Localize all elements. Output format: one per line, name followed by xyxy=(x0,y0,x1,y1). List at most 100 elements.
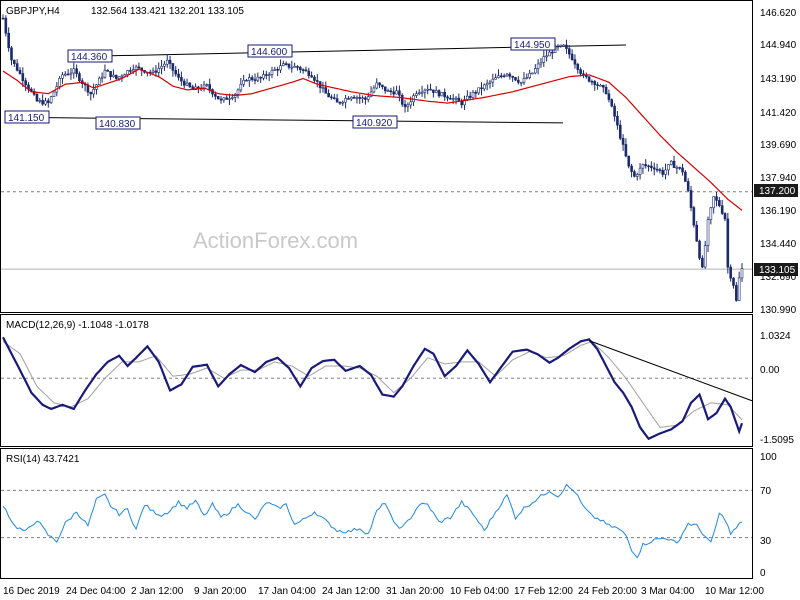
candle-body xyxy=(344,98,347,103)
candle-body xyxy=(641,164,645,169)
candle-body xyxy=(7,32,10,49)
candle-body xyxy=(542,56,546,63)
candle-body xyxy=(386,90,390,92)
grid-layer xyxy=(1,191,752,539)
candle-body xyxy=(715,196,718,201)
candle-body xyxy=(616,115,619,126)
candle-body xyxy=(395,90,398,95)
candle-body xyxy=(72,68,76,74)
candle-body xyxy=(282,63,285,66)
candle-body xyxy=(536,63,540,69)
candle-body xyxy=(511,76,514,78)
candle-body xyxy=(635,174,639,177)
candle-body xyxy=(599,84,602,87)
candle-body xyxy=(633,171,636,177)
candle-body xyxy=(63,73,67,76)
candle-body xyxy=(508,73,512,77)
candle-body xyxy=(151,70,155,73)
candle-body xyxy=(672,160,676,168)
candle-body xyxy=(279,65,282,71)
candle-body xyxy=(695,224,698,242)
watermark: ActionForex.com xyxy=(193,228,358,253)
x-tick-label: 24 Feb 20:00 xyxy=(578,586,637,597)
candle-body xyxy=(69,72,73,75)
candle-body xyxy=(177,73,180,78)
x-tick-label: 9 Jan 20:00 xyxy=(194,586,247,597)
candle-body xyxy=(497,75,500,78)
candle-body xyxy=(434,90,438,93)
candle-body xyxy=(267,74,271,76)
candle-body xyxy=(97,77,101,86)
candle-body xyxy=(573,59,577,65)
candle-body xyxy=(117,76,121,79)
symbol-header: GBPJPY,H4 xyxy=(6,6,60,17)
candle-body xyxy=(519,81,523,84)
rsi-tick-label: 70 xyxy=(760,486,772,497)
x-tick-label: 17 Jan 04:00 xyxy=(258,586,316,597)
rsi-layer xyxy=(2,483,743,559)
candle-body xyxy=(539,61,543,65)
macd-signal-line xyxy=(2,340,743,428)
candle-body xyxy=(307,70,311,76)
candle-body xyxy=(242,79,245,85)
level-tag: 137.200 xyxy=(759,186,796,197)
x-tick-label: 3 Mar 04:00 xyxy=(641,586,695,597)
price-panel xyxy=(0,0,753,313)
candle-body xyxy=(723,213,727,220)
candle-body xyxy=(556,45,560,48)
candle-body xyxy=(624,144,628,157)
candle-body xyxy=(18,70,22,74)
candle-body xyxy=(134,66,138,70)
candle-body xyxy=(488,81,492,84)
candle-body xyxy=(100,76,104,79)
candle-body xyxy=(528,73,531,78)
candle-body xyxy=(78,73,81,82)
candle-body xyxy=(409,101,413,106)
candle-body xyxy=(638,167,642,175)
candle-body xyxy=(165,59,169,65)
x-tick-label: 24 Dec 04:00 xyxy=(66,586,126,597)
candle-body xyxy=(106,69,110,72)
candle-body xyxy=(406,104,410,108)
candle-body xyxy=(698,240,701,259)
candle-body xyxy=(735,285,738,301)
candle-body xyxy=(675,167,679,169)
price-tick-label: 137.940 xyxy=(760,173,797,184)
candle-body xyxy=(437,90,441,97)
candle-body xyxy=(205,84,209,86)
candle-body xyxy=(120,75,124,78)
candle-body xyxy=(502,75,506,78)
candle-body xyxy=(245,79,248,82)
moving-average-line xyxy=(2,68,743,211)
candle-body xyxy=(522,78,526,83)
candle-body xyxy=(225,97,228,100)
candle-body xyxy=(171,63,175,71)
candle-body xyxy=(650,165,653,169)
candle-body xyxy=(426,88,430,91)
candle-body xyxy=(415,93,418,96)
candle-body xyxy=(692,207,696,226)
price-tick-label: 146.620 xyxy=(760,8,797,19)
candle-body xyxy=(293,66,296,68)
candle-body xyxy=(593,81,597,85)
candle-body xyxy=(689,190,693,208)
candle-body xyxy=(349,96,353,100)
candle-body xyxy=(474,91,478,94)
candle-body xyxy=(664,169,667,175)
candle-body xyxy=(154,70,158,73)
candle-body xyxy=(47,100,50,103)
price-annotation-label: 144.950 xyxy=(514,40,551,51)
candle-body xyxy=(669,160,673,165)
candle-body xyxy=(576,63,580,70)
candle-body xyxy=(366,96,370,100)
rsi-line xyxy=(2,483,743,559)
price-tick-label: 144.940 xyxy=(760,40,797,51)
candle-body xyxy=(457,97,461,102)
candle-body xyxy=(160,65,163,69)
rsi-tick-label: 0 xyxy=(760,568,766,579)
rsi-label: RSI(14) 43.7421 xyxy=(6,454,80,465)
macd-main-line xyxy=(2,336,744,441)
candle-body xyxy=(131,69,135,72)
candle-body xyxy=(228,98,231,100)
candle-body xyxy=(338,101,342,104)
